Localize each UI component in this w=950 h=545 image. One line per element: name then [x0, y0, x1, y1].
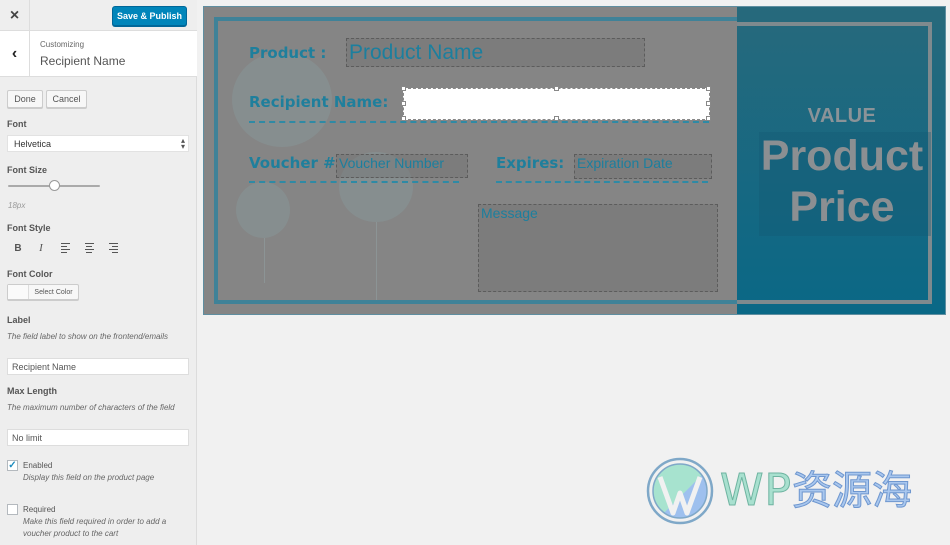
resize-handle[interactable]	[401, 86, 406, 91]
close-customizer-button[interactable]: ×	[0, 0, 30, 31]
align-left-button[interactable]	[58, 241, 72, 255]
font-select-value: Helvetica	[14, 138, 52, 149]
select-arrows-icon: ▴ ▾	[180, 136, 185, 151]
checkmark-icon: ✓	[8, 459, 17, 471]
customizer-sidebar: × Save & Publish ‹ Customizing Recipient…	[0, 0, 197, 545]
required-description: Make this field required in order to add…	[23, 517, 167, 538]
watermark-chinese: 资源海	[792, 468, 913, 514]
required-label: Required	[23, 505, 56, 514]
product-name-field[interactable]: Product Name	[346, 38, 645, 67]
font-size-label: Font Size	[7, 165, 47, 175]
enabled-label: Enabled	[23, 461, 53, 470]
resize-handle[interactable]	[554, 116, 559, 121]
color-swatch	[8, 285, 29, 299]
section-title: Recipient Name	[40, 54, 126, 68]
message-field[interactable]: Message	[478, 204, 718, 292]
resize-handle[interactable]	[401, 101, 406, 106]
resize-handle[interactable]	[706, 101, 711, 106]
label-input-value: Recipient Name	[12, 361, 77, 372]
align-right-icon	[108, 242, 118, 254]
value-panel: VALUE Product Price	[737, 7, 945, 314]
align-left-icon	[60, 242, 70, 254]
label-field-description: The field label to show on the frontend/…	[7, 332, 168, 341]
bold-button[interactable]: B	[11, 241, 25, 255]
done-button[interactable]: Done	[7, 90, 43, 108]
price-line-2: Price	[789, 183, 895, 231]
voucher-number-label: Voucher #	[249, 154, 336, 172]
expiration-date-field[interactable]: Expiration Date	[574, 154, 712, 179]
chevron-left-icon: ‹	[11, 45, 18, 62]
recipient-underline	[249, 121, 709, 123]
resize-handle[interactable]	[706, 116, 711, 121]
cancel-button[interactable]: Cancel	[46, 90, 87, 108]
required-checkbox[interactable]	[7, 504, 18, 515]
back-button[interactable]: ‹	[0, 31, 30, 77]
font-select[interactable]: Helvetica ▴ ▾	[7, 135, 189, 152]
expires-underline	[496, 181, 708, 183]
voucher-number-field[interactable]: Voucher Number	[336, 154, 468, 178]
resize-handle[interactable]	[706, 86, 711, 91]
font-size-slider[interactable]	[8, 180, 100, 192]
wordpress-logo-icon	[646, 457, 714, 525]
price-line-1: Product	[760, 132, 924, 180]
font-color-label: Font Color	[7, 269, 53, 279]
breadcrumb-context: Customizing	[40, 40, 85, 49]
max-length-label: Max Length	[7, 386, 58, 396]
voucher-underline	[249, 181, 459, 183]
align-center-icon	[84, 242, 94, 254]
watermark: WP 资源海	[646, 457, 913, 525]
expires-label: Expires:	[496, 154, 565, 172]
resize-handle[interactable]	[401, 116, 406, 121]
enabled-checkbox[interactable]: ✓	[7, 460, 18, 471]
max-length-input[interactable]: No limit	[7, 429, 189, 446]
select-color-button[interactable]: Select Color	[7, 284, 79, 300]
watermark-latin: WP	[719, 465, 793, 516]
enabled-description: Display this field on the product page	[23, 473, 155, 482]
value-label: VALUE	[807, 105, 877, 127]
font-label: Font	[7, 119, 27, 129]
recipient-name-label: Recipient Name:	[249, 93, 389, 111]
slider-thumb[interactable]	[49, 180, 60, 191]
resize-handle[interactable]	[554, 86, 559, 91]
bold-icon: B	[14, 242, 22, 254]
max-length-description: The maximum number of characters of the …	[7, 403, 175, 412]
italic-icon: I	[39, 242, 43, 254]
italic-button[interactable]: I	[34, 241, 48, 255]
align-right-button[interactable]	[106, 241, 120, 255]
align-center-button[interactable]	[82, 241, 96, 255]
font-style-label: Font Style	[7, 223, 51, 233]
label-field-label: Label	[7, 315, 31, 325]
close-icon: ×	[9, 6, 20, 24]
max-length-input-value: No limit	[12, 432, 43, 443]
voucher-preview: Product : Product Name Recipient Name: V…	[203, 6, 946, 315]
label-input[interactable]: Recipient Name	[7, 358, 189, 375]
select-color-label: Select Color	[34, 288, 73, 296]
save-publish-button[interactable]: Save & Publish	[112, 6, 187, 26]
product-price-field[interactable]: Product Price	[737, 131, 945, 233]
section-header: ‹ Customizing Recipient Name	[0, 31, 197, 77]
font-size-value: 18px	[8, 201, 26, 210]
customizer-topbar: × Save & Publish	[0, 0, 197, 31]
product-label: Product :	[249, 44, 327, 62]
